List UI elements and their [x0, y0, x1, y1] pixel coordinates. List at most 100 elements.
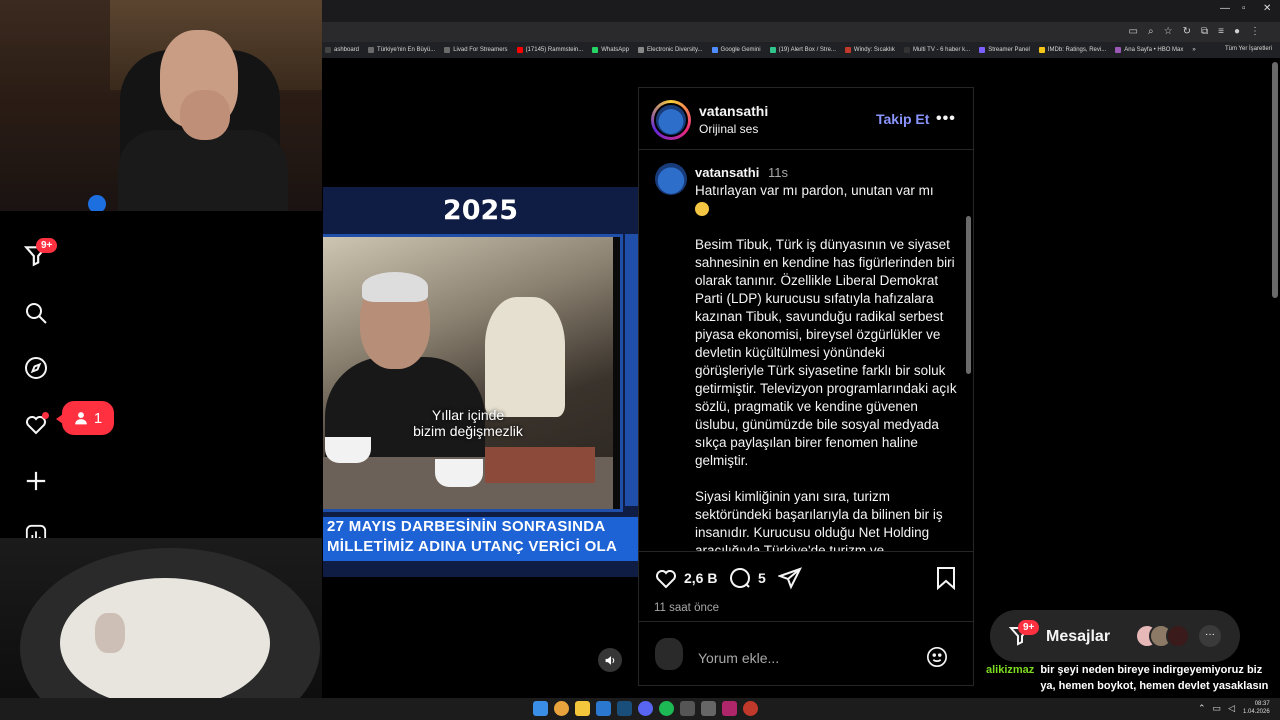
- bookmark-favicon-icon: [325, 47, 331, 53]
- discord-icon[interactable]: [638, 701, 653, 716]
- chat-text: bir şeyi neden bireye indirgeyemiyoruz b…: [1040, 664, 1269, 692]
- more-options-icon[interactable]: •••: [936, 110, 956, 128]
- extensions-icon[interactable]: ⧉: [1201, 26, 1208, 37]
- emoji-picker-icon[interactable]: [926, 646, 948, 668]
- maximize-icon[interactable]: ▫: [1242, 3, 1246, 14]
- author-username[interactable]: vatansathi: [699, 103, 768, 119]
- spotify-icon[interactable]: [659, 701, 674, 716]
- save-icon[interactable]: [935, 566, 957, 590]
- caption-scrollbar[interactable]: [966, 216, 971, 374]
- bookmark-item[interactable]: Ana Sayfa • HBO Max: [1115, 47, 1183, 53]
- system-clock[interactable]: 08:37 1.04.2026: [1243, 700, 1270, 716]
- explore-icon[interactable]: [22, 354, 50, 382]
- page-scrollbar[interactable]: [1272, 62, 1278, 298]
- bookmark-item[interactable]: Türkiye'nin En Büyü...: [368, 47, 435, 53]
- bookmark-label: IMDb: Ratings, Revi...: [1047, 47, 1107, 53]
- comment-row: Yorum ekle...: [639, 621, 973, 685]
- bookmarks-overflow-icon[interactable]: »: [1192, 47, 1195, 53]
- comment-count[interactable]: 5: [758, 570, 766, 586]
- app-icon[interactable]: [743, 701, 758, 716]
- activity-dot: [42, 412, 49, 419]
- mute-button[interactable]: [598, 648, 622, 672]
- author-avatar[interactable]: [651, 100, 691, 140]
- windows-taskbar: ⌃ ▭ ◁ 08:37 1.04.2026: [0, 698, 1280, 720]
- clock-date: 1.04.2026: [1243, 709, 1270, 715]
- new-follower-count: 1: [93, 409, 103, 427]
- bookmark-label: WhatsApp: [601, 47, 629, 53]
- app-icon[interactable]: [722, 701, 737, 716]
- reel-next-frame: [625, 234, 638, 506]
- bookmark-favicon-icon: [516, 47, 523, 53]
- tray-arrow-icon[interactable]: ⌃: [1198, 703, 1206, 714]
- start-icon[interactable]: [533, 701, 548, 716]
- zoom-icon[interactable]: ⌕: [1148, 26, 1154, 37]
- create-icon[interactable]: [22, 467, 50, 495]
- follow-button[interactable]: Takip Et: [876, 111, 929, 127]
- reel-subtitle: Yıllar içinde bizim değişmezlik: [323, 407, 613, 439]
- search-icon[interactable]: [22, 299, 50, 327]
- bookmark-favicon-icon: [444, 47, 451, 53]
- app-icon[interactable]: [680, 701, 695, 716]
- bookmark-favicon-icon: [769, 47, 776, 53]
- bookmark-item[interactable]: Livad For Streamers: [444, 47, 508, 53]
- bookmark-label: Livad For Streamers: [453, 47, 508, 53]
- bookmark-favicon-icon: [711, 47, 718, 53]
- steam-icon[interactable]: [617, 701, 632, 716]
- caption-first-line: Hatırlayan var mı pardon, unutan var mı: [695, 183, 934, 198]
- bookmark-label: Multi TV - 6 haber k...: [912, 47, 971, 53]
- bookmark-item[interactable]: IMDb: Ratings, Revi...: [1038, 47, 1107, 53]
- conversation-avatar[interactable]: [1166, 624, 1190, 648]
- post-header: vatansathi Orijinal ses Takip Et •••: [639, 88, 973, 150]
- caption-avatar[interactable]: [655, 163, 687, 195]
- caption-username[interactable]: vatansathi: [695, 165, 759, 180]
- messages-more-icon[interactable]: ···: [1199, 625, 1221, 647]
- bookmark-item[interactable]: (17145) Rammstein...: [516, 47, 583, 53]
- app-icon[interactable]: [701, 701, 716, 716]
- bookmark-item[interactable]: Google Gemini: [711, 47, 761, 53]
- reel-video[interactable]: 2025 Yıllar içinde bizim değişmezlik 27 …: [323, 87, 638, 686]
- share-icon[interactable]: [778, 566, 802, 590]
- like-icon[interactable]: [654, 566, 678, 590]
- comment-input[interactable]: Yorum ekle...: [698, 650, 779, 666]
- bookmark-star-icon[interactable]: ☆: [1164, 26, 1173, 37]
- bookmark-favicon-icon: [903, 47, 910, 53]
- messages-button[interactable]: 9+ Mesajlar ···: [990, 610, 1240, 662]
- all-bookmarks-folder[interactable]: Tüm Yer İşaretleri: [1225, 46, 1272, 52]
- profile-icon[interactable]: ●: [1234, 26, 1240, 37]
- bookmark-item[interactable]: Streamer Panel: [979, 47, 1030, 53]
- bookmark-label: Windy: Sıcaklık: [853, 47, 895, 53]
- bookmark-item[interactable]: (19) Alert Box / Stre...: [769, 47, 836, 53]
- bookmark-item[interactable]: ashboard: [325, 47, 359, 53]
- bookmark-item[interactable]: Windy: Sıcaklık: [844, 47, 895, 53]
- bookmark-item[interactable]: Electronic Diversity...: [637, 47, 703, 53]
- caption-area: vatansathi 11s Hatırlayan var mı pardon,…: [639, 151, 973, 551]
- bookmark-item[interactable]: WhatsApp: [592, 47, 629, 53]
- reel-banner-line1: 27 MAYIS DARBESİNİN SONRASINDA: [327, 518, 606, 535]
- tab-search-icon[interactable]: ≡: [1218, 26, 1224, 37]
- notifications-badge: 9+: [36, 238, 58, 253]
- reel-year-label: 2025: [442, 195, 519, 226]
- heart-icon[interactable]: [22, 410, 50, 438]
- like-count[interactable]: 2,6 B: [684, 570, 717, 586]
- minimize-icon[interactable]: —: [1220, 3, 1230, 14]
- comment-icon[interactable]: [728, 566, 752, 590]
- bookmark-label: Türkiye'nin En Büyü...: [377, 47, 436, 53]
- notifications-icon[interactable]: 9+: [22, 238, 58, 270]
- bookmark-label: Streamer Panel: [988, 47, 1030, 53]
- folder-icon[interactable]: [575, 701, 590, 716]
- volume-icon[interactable]: ◁: [1228, 703, 1235, 714]
- speaker-icon: [605, 655, 614, 665]
- menu-icon[interactable]: ⋮: [1250, 26, 1260, 37]
- chrome-icon[interactable]: [554, 701, 569, 716]
- network-icon[interactable]: ▭: [1213, 703, 1222, 714]
- bookmark-label: (19) Alert Box / Stre...: [778, 47, 836, 53]
- app-icon[interactable]: [596, 701, 611, 716]
- person-icon: [74, 412, 87, 425]
- cast-icon[interactable]: ▭: [1129, 26, 1138, 37]
- refresh-icon[interactable]: ↻: [1183, 26, 1191, 37]
- close-icon[interactable]: ✕: [1263, 3, 1271, 14]
- bookmark-favicon-icon: [979, 47, 986, 53]
- audio-label[interactable]: Orijinal ses: [699, 122, 758, 136]
- bookmark-item[interactable]: Multi TV - 6 haber k...: [903, 47, 971, 53]
- new-follower-notification[interactable]: 1: [56, 401, 114, 435]
